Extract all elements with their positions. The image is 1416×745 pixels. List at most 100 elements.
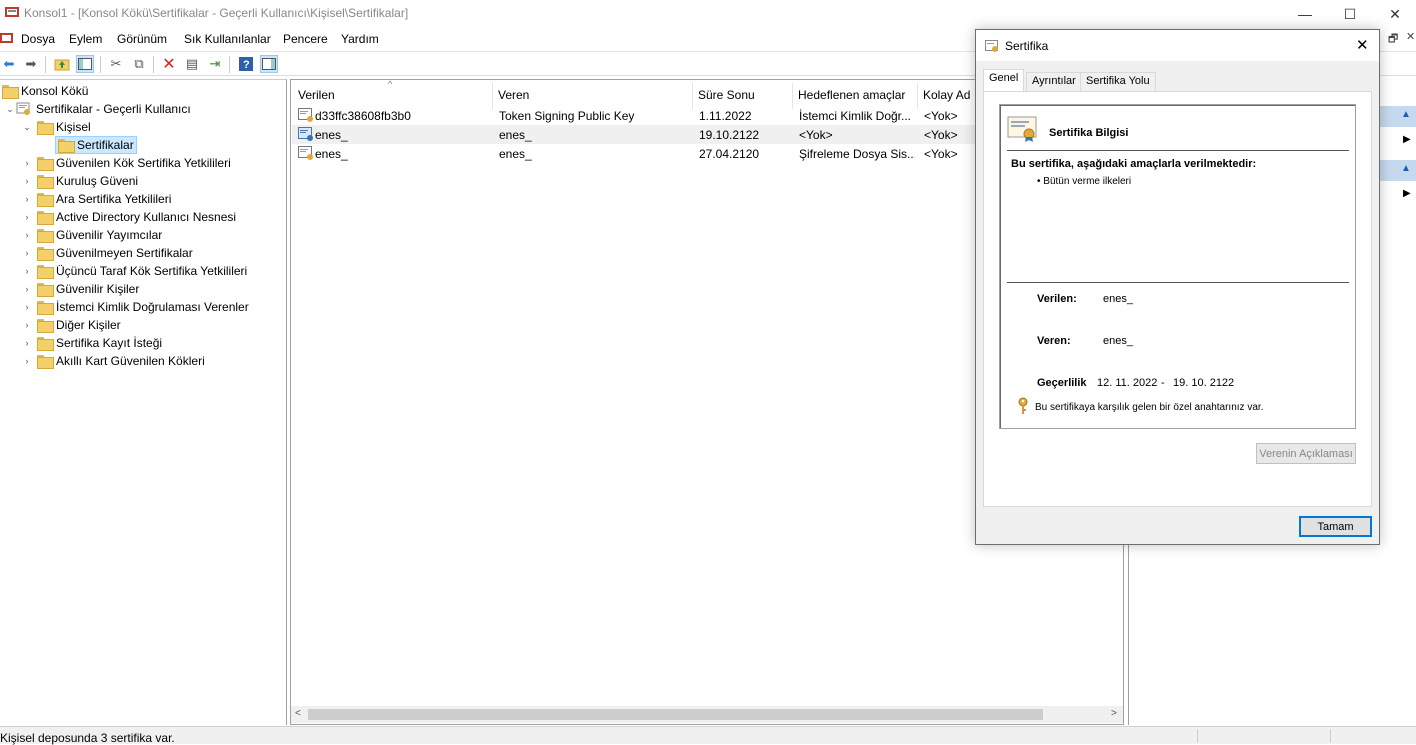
scroll-left-icon[interactable]: < — [295, 708, 301, 719]
tree-node-label: Güvenilen Kök Sertifika Yetkilileri — [56, 156, 231, 170]
tab-sertifika-yolu[interactable]: Sertifika Yolu — [1080, 72, 1156, 91]
horizontal-scrollbar[interactable]: < > — [291, 706, 1123, 723]
column-header-verilen[interactable]: Verilen — [298, 88, 335, 102]
column-header-sure-sonu[interactable]: Süre Sonu — [698, 88, 755, 102]
folder-icon — [37, 247, 54, 261]
restore-child-icon[interactable]: 🗗 — [1388, 30, 1398, 49]
actions-header[interactable]: ▲ — [1379, 106, 1416, 127]
issued-to-value: enes_ — [1103, 293, 1133, 305]
scrollbar-thumb[interactable] — [308, 709, 1043, 720]
console-tree: Konsol Kökü ⌄ Sertifikalar - Geçerli Kul… — [0, 79, 287, 725]
chevron-right-icon[interactable]: › — [21, 355, 33, 367]
tree-node-folder[interactable]: › Güvenilmeyen Sertifikalar — [21, 244, 193, 262]
chevron-right-icon[interactable]: › — [21, 193, 33, 205]
close-button[interactable]: ✕ — [1372, 0, 1416, 28]
certificate-store-icon — [16, 102, 32, 116]
submenu-arrow-icon[interactable]: ▶ — [1403, 188, 1411, 199]
tree-node-folder[interactable]: › Güvenilir Yayımcılar — [21, 226, 162, 244]
delete-icon[interactable]: ✕ — [160, 55, 178, 73]
show-action-pane-icon[interactable] — [260, 55, 278, 73]
tree-node-folder[interactable]: › Kuruluş Güveni — [21, 172, 138, 190]
chevron-right-icon[interactable]: › — [21, 211, 33, 223]
collapse-icon[interactable]: ▲ — [1401, 109, 1411, 120]
menu-pencere[interactable]: Pencere — [283, 32, 328, 46]
issuer-statement-button[interactable]: Verenin Açıklaması — [1256, 443, 1356, 464]
properties-icon[interactable]: ▤ — [183, 55, 201, 73]
menu-dosya[interactable]: Dosya — [21, 32, 55, 46]
column-header-veren[interactable]: Veren — [498, 88, 529, 102]
dialog-title: Sertifika — [1005, 39, 1049, 53]
validity-from: 12. 11. 2022 — [1097, 377, 1158, 389]
collapse-icon[interactable]: ▲ — [1401, 163, 1411, 174]
tree-node-folder[interactable]: › Active Directory Kullanıcı Nesnesi — [21, 208, 236, 226]
folder-icon — [37, 283, 54, 297]
tree-node-label: Sertifika Kayıt İsteği — [56, 336, 163, 350]
validity-to: 19. 10. 2122 — [1173, 377, 1235, 389]
back-arrow-icon[interactable]: ⬅ — [0, 55, 18, 73]
chevron-down-icon[interactable]: ⌄ — [4, 103, 16, 115]
mmc-child-icon[interactable] — [0, 31, 14, 45]
export-list-icon[interactable]: ⇥ — [206, 55, 224, 73]
menu-gorunum[interactable]: Görünüm — [117, 32, 167, 46]
tree-node-personal[interactable]: ⌄ Kişisel — [21, 118, 91, 136]
validity-label: Geçerlilik — [1037, 377, 1087, 389]
close-child-icon[interactable]: ✕ — [1406, 30, 1415, 43]
cell-veren: enes_ — [499, 128, 532, 142]
column-header-kolay-ad[interactable]: Kolay Ad — [923, 88, 970, 102]
tree-node-folder[interactable]: › Akıllı Kart Güvenilen Kökleri — [21, 352, 205, 370]
tree-node-folder[interactable]: › Güvenilen Kök Sertifika Yetkilileri — [21, 154, 231, 172]
show-hide-tree-icon[interactable] — [76, 55, 94, 73]
tree-node-label: Üçüncü Taraf Kök Sertifika Yetkilileri — [56, 264, 248, 278]
chevron-right-icon[interactable]: › — [21, 337, 33, 349]
cell-sure-sonu: 27.04.2120 — [699, 147, 760, 161]
tree-node-folder[interactable]: › Ara Sertifika Yetkilileri — [21, 190, 171, 208]
cut-icon[interactable]: ✂ — [107, 55, 125, 73]
tree-node-folder[interactable]: › Sertifika Kayıt İsteği — [21, 334, 162, 352]
folder-open-icon — [58, 139, 75, 153]
chevron-right-icon[interactable]: › — [21, 157, 33, 169]
submenu-arrow-icon[interactable]: ▶ — [1403, 134, 1411, 145]
tree-node-root[interactable]: Konsol Kökü — [2, 82, 88, 100]
cell-sure-sonu: 19.10.2122 — [699, 128, 760, 142]
tree-node-folder[interactable]: › Diğer Kişiler — [21, 316, 121, 334]
chevron-right-icon[interactable]: › — [21, 301, 33, 313]
chevron-right-icon[interactable]: › — [21, 319, 33, 331]
help-icon[interactable]: ? — [237, 55, 255, 73]
dialog-title-bar: Sertifika ✕ — [976, 30, 1379, 61]
tree-node-folder[interactable]: › Üçüncü Taraf Kök Sertifika Yetkilileri — [21, 262, 247, 280]
issued-to-label: Verilen: — [1037, 293, 1077, 305]
up-folder-icon[interactable] — [53, 55, 71, 73]
actions-header[interactable]: ▲ — [1379, 160, 1416, 181]
window-title: Konsol1 - [Konsol Kökü\Sertifikalar - Ge… — [24, 6, 409, 20]
menu-yardim[interactable]: Yardım — [341, 32, 379, 46]
minimize-button[interactable]: — — [1282, 0, 1328, 28]
scroll-right-icon[interactable]: > — [1111, 708, 1117, 719]
ok-button[interactable]: Tamam — [1299, 516, 1372, 537]
chevron-right-icon[interactable]: › — [21, 247, 33, 259]
tree-node-label: Diğer Kişiler — [56, 318, 121, 332]
chevron-down-icon[interactable]: ⌄ — [21, 121, 33, 133]
copy-icon[interactable]: ⧉ — [130, 55, 148, 73]
tree-node-folder[interactable]: › İstemci Kimlik Doğrulaması Verenler — [21, 298, 249, 316]
chevron-right-icon[interactable]: › — [21, 265, 33, 277]
chevron-right-icon[interactable]: › — [21, 283, 33, 295]
folder-icon — [37, 193, 54, 207]
menu-eylem[interactable]: Eylem — [69, 32, 102, 46]
tree-node-label: Sertifikalar - Geçerli Kullanıcı — [36, 102, 191, 116]
chevron-right-icon[interactable]: › — [21, 175, 33, 187]
tree-node-certificates[interactable]: Sertifikalar — [55, 136, 137, 154]
tab-ayrintilar[interactable]: Ayrıntılar — [1026, 72, 1082, 91]
tree-node-label: Kuruluş Güveni — [56, 174, 139, 188]
tree-node-cert-store[interactable]: ⌄ Sertifikalar - Geçerli Kullanıcı — [4, 100, 191, 118]
tab-genel[interactable]: Genel — [983, 69, 1025, 92]
menu-sik-kullanilanlar[interactable]: Sık Kullanılanlar — [184, 32, 271, 46]
dialog-close-button[interactable]: ✕ — [1356, 36, 1369, 54]
chevron-right-icon[interactable]: › — [21, 229, 33, 241]
mmc-app-icon — [4, 5, 20, 19]
maximize-button[interactable]: ☐ — [1327, 0, 1373, 28]
key-icon — [1017, 397, 1029, 415]
forward-arrow-icon[interactable]: ➡ — [22, 55, 40, 73]
private-key-note: Bu sertifikaya karşılık gelen bir özel a… — [1035, 402, 1264, 413]
tree-node-folder[interactable]: › Güvenilir Kişiler — [21, 280, 139, 298]
column-header-hedeflenen-amaclar[interactable]: Hedeflenen amaçlar — [798, 88, 905, 102]
